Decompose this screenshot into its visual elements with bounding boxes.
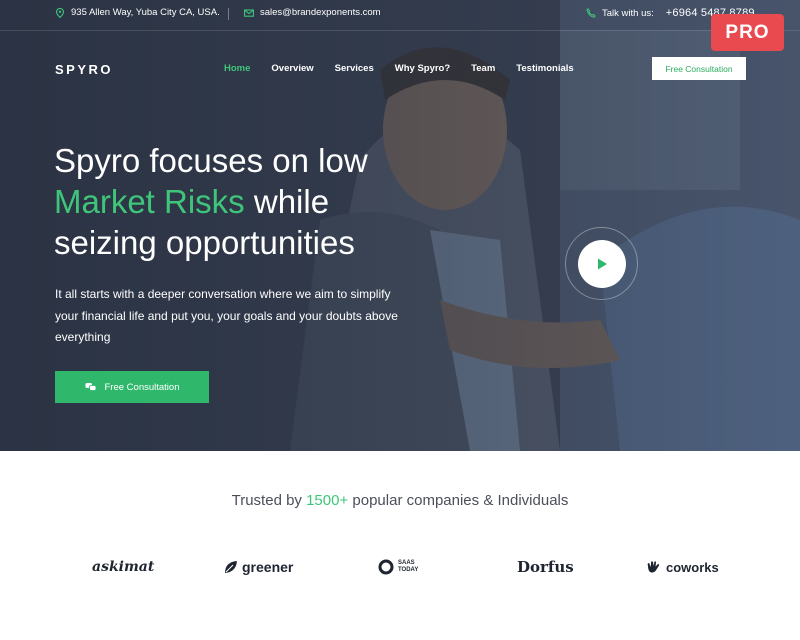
brand-saas-line-2: TODAY [398, 567, 419, 573]
main-nav: Home Overview Services Why Spyro? Team T… [224, 63, 574, 74]
play-icon [598, 258, 607, 270]
envelope-icon [244, 8, 254, 17]
brand-saas-today-logo: SAAS TODAY [378, 552, 418, 582]
brand-dorfus-logo: Dorfus [517, 558, 574, 576]
headline-line-3: seizing opportunities [54, 224, 355, 261]
phone-label: Talk with us: [602, 7, 654, 19]
brand-coworks-text: coworks [666, 559, 719, 575]
leaf-icon [225, 561, 237, 573]
headline-line-2: Market Risks while [54, 181, 368, 222]
nav-item-why-spyro[interactable]: Why Spyro? [395, 63, 450, 74]
brand-coworks-logo: coworks [646, 552, 719, 582]
nav-item-home[interactable]: Home [224, 63, 250, 74]
nav-item-team[interactable]: Team [471, 63, 495, 74]
topbar-address: 935 Allen Way, Yuba City CA, USA. [55, 7, 220, 18]
topbar-separator [0, 30, 800, 31]
brand-saas-text: SAAS TODAY [398, 560, 418, 574]
address-text: 935 Allen Way, Yuba City CA, USA. [71, 7, 220, 18]
brand-askimat-logo: askimat [92, 559, 155, 575]
topbar: 935 Allen Way, Yuba City CA, USA. sales@… [0, 0, 800, 30]
trusted-prefix: Trusted by [231, 492, 307, 509]
hand-icon [647, 561, 660, 573]
topbar-email[interactable]: sales@brandexponents.com [244, 7, 381, 18]
trusted-heading: Trusted by 1500+ popular companies & Ind… [0, 492, 800, 509]
chat-bubbles-icon [85, 383, 96, 391]
brand-greener-text: greener [242, 559, 294, 575]
hero-section: 935 Allen Way, Yuba City CA, USA. sales@… [0, 0, 800, 451]
brand-logos: askimat greener SAAS TODAY Dorfus cowork… [0, 552, 800, 582]
site-logo[interactable]: SPYRO [55, 62, 113, 77]
hero-consultation-label: Free Consultation [104, 381, 180, 393]
headline-line-2-rest: while [244, 183, 330, 220]
brand-greener-logo: greener [224, 552, 293, 582]
pro-badge[interactable]: PRO [711, 14, 784, 51]
video-play-button[interactable] [578, 240, 626, 288]
hero-consultation-button[interactable]: Free Consultation [55, 371, 209, 403]
nav-item-overview[interactable]: Overview [271, 63, 313, 74]
nav-item-services[interactable]: Services [335, 63, 374, 74]
nav-item-testimonials[interactable]: Testimonials [516, 63, 573, 74]
headline-line-1: Spyro focuses on low [54, 142, 368, 179]
brand-saas-line-1: SAAS [398, 560, 415, 566]
trusted-count: 1500+ [306, 492, 349, 509]
header-consultation-button[interactable]: Free Consultation [652, 57, 746, 80]
phone-icon [586, 8, 596, 18]
hero-headline: Spyro focuses on low Market Risks while … [54, 140, 368, 263]
hero-subtext: It all starts with a deeper conversation… [55, 287, 398, 344]
trusted-suffix: popular companies & Individuals [348, 492, 569, 509]
map-pin-icon [55, 7, 65, 18]
topbar-divider [228, 8, 229, 20]
ring-icon [378, 559, 394, 575]
headline-accent: Market Risks [54, 183, 245, 220]
email-link[interactable]: sales@brandexponents.com [260, 7, 381, 18]
